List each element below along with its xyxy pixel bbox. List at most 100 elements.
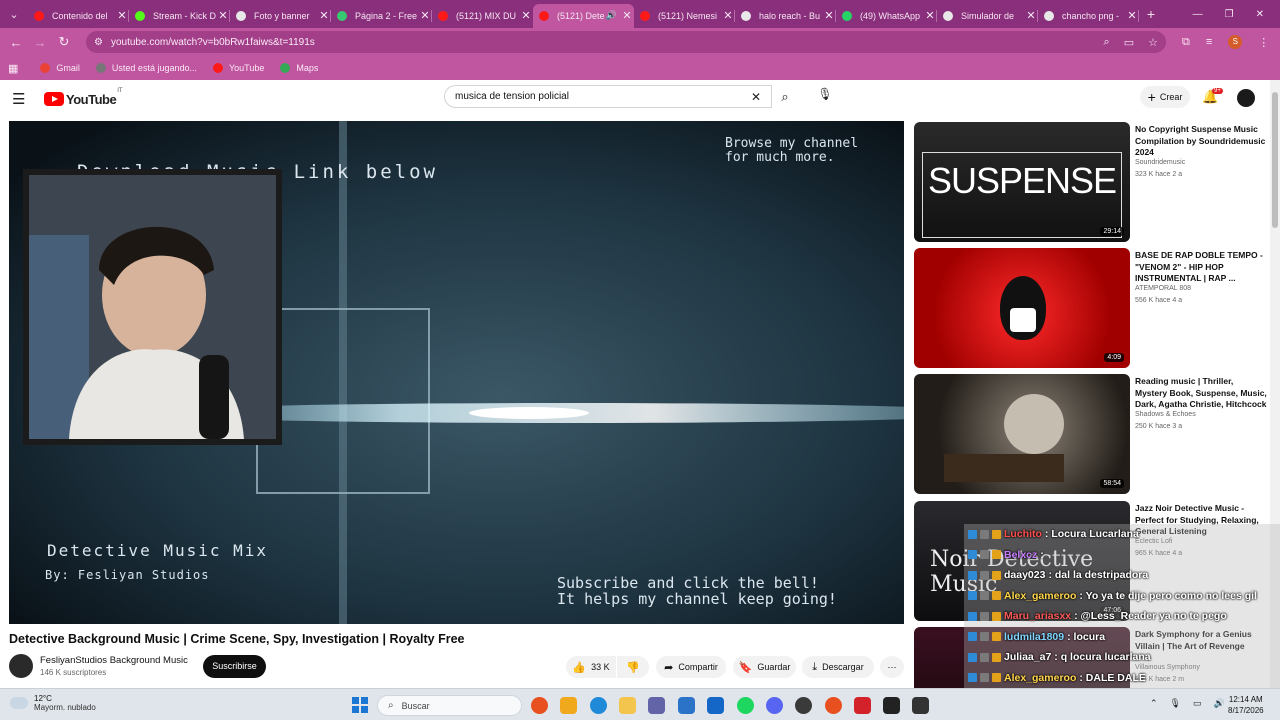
scrollbar-thumb[interactable]: [1272, 92, 1278, 228]
tab-favicon-icon: [943, 10, 953, 21]
mail-icon[interactable]: [678, 697, 695, 714]
tab-7[interactable]: (5121) Nemesi ✕: [634, 4, 735, 28]
tab-close-icon[interactable]: ✕: [1125, 9, 1139, 22]
dislike-button[interactable]: 👎: [617, 656, 649, 678]
tab-10[interactable]: Simulador de ✕: [937, 4, 1038, 28]
video-player[interactable]: Download Music Link below Browse my chan…: [9, 121, 904, 624]
teams-icon[interactable]: [648, 697, 665, 714]
security-shield-icon[interactable]: [707, 697, 724, 714]
overlay-browse-line-1: Browse my channel: [725, 136, 859, 151]
tab-close-icon[interactable]: ✕: [216, 9, 230, 22]
save-button[interactable]: 🔖 Guardar: [733, 656, 796, 678]
tab-close-icon[interactable]: ✕: [519, 9, 533, 22]
close-window-icon[interactable]: ✕: [1256, 9, 1264, 20]
subscribe-button[interactable]: Suscribirse: [203, 655, 266, 678]
tab-close-icon[interactable]: ✕: [1024, 9, 1038, 22]
channel-avatar[interactable]: [9, 654, 33, 678]
weather-widget[interactable]: 12°C Mayorm. nublado: [10, 694, 96, 712]
profile-avatar[interactable]: S: [1228, 35, 1243, 49]
chrome-icon[interactable]: [531, 697, 548, 714]
tab-11[interactable]: chancho png - ✕: [1038, 4, 1139, 28]
microphone-icon[interactable]: 🎙: [812, 87, 838, 107]
recommendation-channel[interactable]: Shadows & Echoes: [1135, 411, 1196, 418]
channel-name[interactable]: FesliyanStudios Background Music: [40, 655, 188, 666]
tab-4[interactable]: Página 2 - Free ✕: [331, 4, 432, 28]
chrome-profile-icon[interactable]: [825, 697, 842, 714]
tab-6[interactable]: (5121) Dete 🔊 ✕: [533, 3, 634, 28]
bookmark-3[interactable]: YouTube: [212, 63, 264, 73]
recommendation-1[interactable]: SUSPENSE 29:14 No Copyright Suspense Music…: [914, 122, 1270, 242]
tab-close-icon[interactable]: ✕: [317, 9, 331, 22]
tab-1[interactable]: Contenido del ✕: [28, 4, 129, 28]
recommendation-channel[interactable]: Soundridemusic: [1135, 159, 1185, 166]
tab-close-icon[interactable]: ✕: [418, 9, 432, 22]
tab-close-icon[interactable]: ✕: [822, 9, 836, 22]
tab-close-icon[interactable]: ✕: [923, 9, 937, 22]
like-button[interactable]: 👍 33 K: [566, 656, 616, 678]
recommendation-title[interactable]: No Copyright Suspense Music Compilation …: [1135, 124, 1267, 159]
recommendation-title[interactable]: Reading music | Thriller, Mystery Book, …: [1135, 376, 1267, 411]
taskbar-clock[interactable]: 12:14 AM 8/17/2026: [1228, 694, 1264, 716]
obs-icon[interactable]: [795, 697, 812, 714]
clear-search-icon[interactable]: ✕: [751, 90, 761, 104]
video-thumbnail[interactable]: SUSPENSE 29:14: [914, 122, 1130, 242]
app-window-icon[interactable]: [912, 697, 929, 714]
store-icon[interactable]: [560, 697, 577, 714]
zoom-icon[interactable]: ⌕: [1104, 36, 1110, 49]
download-button[interactable]: ⤓ Descargar: [802, 656, 874, 678]
start-windows-icon[interactable]: [352, 697, 368, 713]
extensions-icon[interactable]: ⧉: [1182, 36, 1190, 49]
search-icon[interactable]: ⌕: [772, 85, 798, 108]
volume-icon[interactable]: 🔊: [1214, 698, 1225, 709]
recommendation-2[interactable]: 4:09 BASE DE RAP DOBLE TEMPO - "VENOM 2" …: [914, 248, 1270, 368]
video-thumbnail[interactable]: 4:09: [914, 248, 1130, 368]
new-tab-icon[interactable]: +: [1139, 6, 1163, 22]
omnibox[interactable]: ⚙ youtube.com/watch?v=b0bRw1faiws&t=1191…: [86, 31, 1166, 53]
tab-3[interactable]: Foto y banner ✕: [230, 4, 331, 28]
recommendation-title[interactable]: BASE DE RAP DOBLE TEMPO - "VENOM 2" - HI…: [1135, 250, 1267, 285]
media-icon[interactable]: ≡: [1206, 36, 1212, 48]
more-actions-button[interactable]: ⋯: [880, 656, 904, 678]
recommendation-channel[interactable]: ATEMPORAL 808: [1135, 285, 1191, 292]
back-icon[interactable]: ←: [4, 35, 28, 50]
search-input[interactable]: musica de tension policial ✕: [444, 85, 772, 108]
hamburger-menu-icon[interactable]: ☰: [12, 90, 32, 108]
spotify-icon[interactable]: [737, 697, 754, 714]
tab-9[interactable]: (49) WhatsApp ✕: [836, 4, 937, 28]
tab-close-icon[interactable]: ✕: [721, 9, 735, 22]
epic-games-icon[interactable]: [883, 697, 900, 714]
app-red-icon[interactable]: [854, 697, 871, 714]
tray-chevron-icon[interactable]: ⌃: [1150, 698, 1158, 709]
share-button[interactable]: ➦ Compartir: [656, 656, 726, 678]
tab-2[interactable]: Stream - Kick D ✕: [129, 4, 230, 28]
bookmark-4[interactable]: Maps: [280, 63, 318, 73]
create-button[interactable]: + Crear: [1140, 86, 1190, 108]
tab-audio-icon[interactable]: 🔊: [606, 10, 617, 21]
tab-5[interactable]: (5121) MIX DU ✕: [432, 4, 533, 28]
menu-kebab-icon[interactable]: ⋮: [1258, 36, 1269, 49]
bookmark-1[interactable]: Gmail: [40, 63, 80, 73]
forward-icon[interactable]: →: [28, 35, 52, 50]
taskbar-search[interactable]: ⌕ Buscar: [377, 695, 522, 716]
apps-grid-icon[interactable]: ▦: [8, 62, 18, 75]
account-avatar[interactable]: [1237, 89, 1255, 107]
bookmark-2[interactable]: Usted está jugando...: [95, 63, 197, 73]
minimize-icon[interactable]: —: [1193, 9, 1203, 20]
tray-mic-icon[interactable]: 🎙: [1170, 698, 1181, 709]
restore-icon[interactable]: ❐: [1225, 9, 1234, 20]
file-explorer-icon[interactable]: [619, 697, 636, 714]
recommendation-3[interactable]: 58:54 Reading music | Thriller, Mystery B…: [914, 374, 1270, 494]
youtube-logo[interactable]: YouTube IT: [44, 88, 123, 107]
tab-close-icon[interactable]: ✕: [620, 9, 634, 22]
edge-icon[interactable]: [590, 697, 607, 714]
cast-icon[interactable]: ▭: [1124, 36, 1134, 49]
tab-8[interactable]: halo reach - Bu ✕: [735, 4, 836, 28]
discord-icon[interactable]: [766, 697, 783, 714]
video-thumbnail[interactable]: 58:54: [914, 374, 1130, 494]
network-icon[interactable]: ▭: [1193, 698, 1202, 709]
tab-close-icon[interactable]: ✕: [115, 9, 129, 22]
bookmark-star-icon[interactable]: ☆: [1148, 36, 1158, 49]
reload-icon[interactable]: ↻: [52, 34, 76, 50]
site-info-icon[interactable]: ⚙: [94, 37, 103, 48]
tab-search-icon[interactable]: ⌄: [0, 8, 28, 21]
